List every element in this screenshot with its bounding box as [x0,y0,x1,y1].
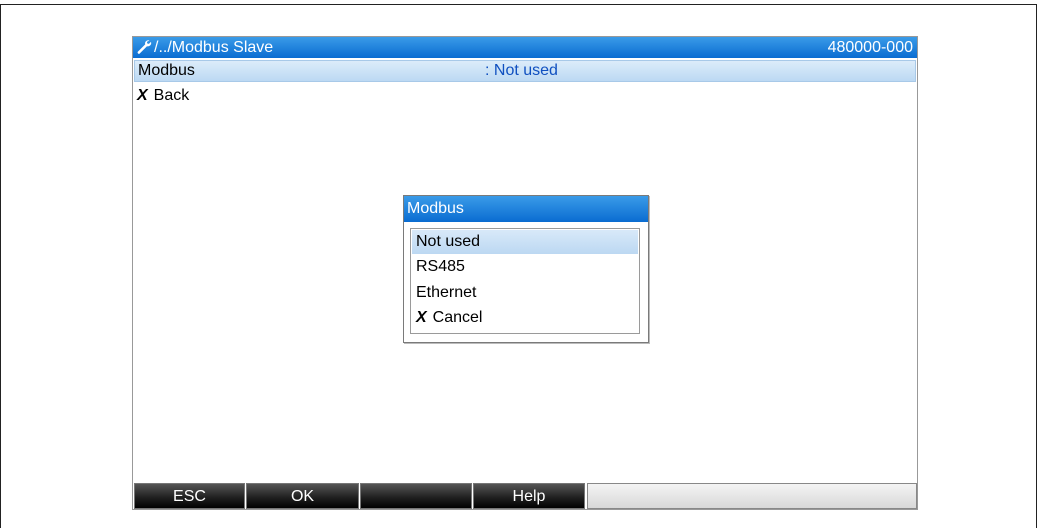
setting-value: : Not used [485,62,558,79]
ok-softkey[interactable]: OK [246,483,359,509]
wrench-icon [137,40,152,54]
option-rs485[interactable]: RS485 [412,255,638,279]
title-bar: /../Modbus Slave 480000-000 [133,37,917,58]
back-label: Back [153,87,190,104]
modbus-setting-row[interactable]: Modbus : Not used [134,60,916,82]
menu-path: /../Modbus Slave [154,39,274,56]
softkey-bar: ESC OK Help [133,483,917,509]
device-screen: /../Modbus Slave 480000-000 Modbus : Not… [132,36,918,510]
blank-softkey[interactable] [360,483,472,509]
x-mark-icon: X [137,87,148,104]
option-ethernet[interactable]: Ethernet [412,281,638,305]
back-item[interactable]: X Back [137,85,189,107]
modbus-selection-dialog: Modbus Not used RS485 Ethernet X Cancel [403,195,649,343]
setting-label: Modbus [138,62,195,79]
dialog-title: Modbus [404,196,648,222]
help-softkey[interactable]: Help [473,483,585,509]
empty-softkey [587,483,917,509]
option-list: Not used RS485 Ethernet X Cancel [410,228,640,334]
option-not-used[interactable]: Not used [412,230,638,254]
option-cancel[interactable]: X Cancel [412,306,638,330]
cancel-label: Cancel [432,309,483,326]
esc-softkey[interactable]: ESC [134,483,245,509]
device-id: 480000-000 [827,39,913,56]
x-mark-icon: X [416,309,427,326]
